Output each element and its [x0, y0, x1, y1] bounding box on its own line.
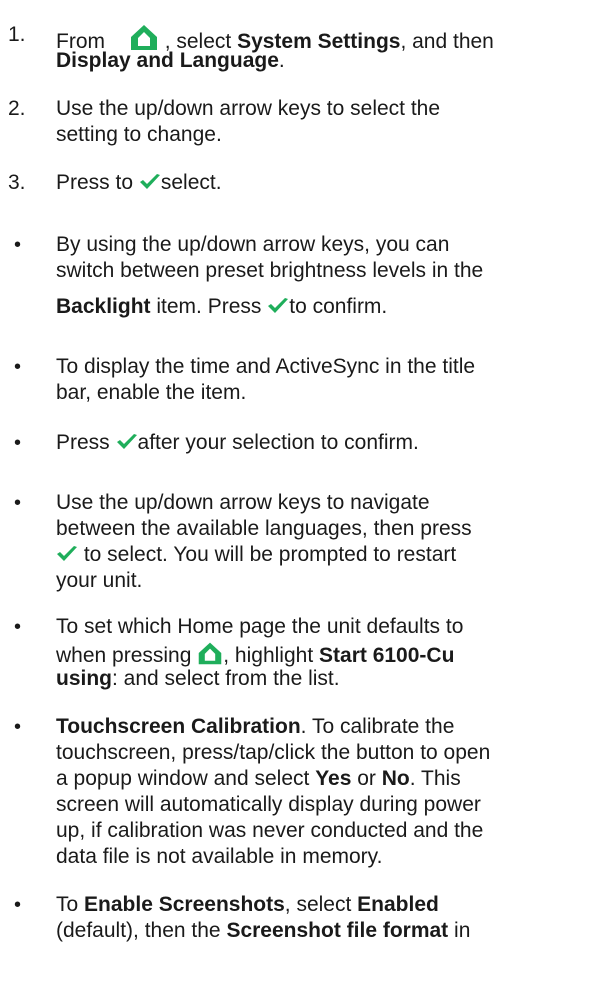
enabled-label: Enabled: [357, 893, 439, 916]
check-icon: [56, 545, 78, 563]
step-number: 1.: [8, 23, 26, 46]
touchscreen-calibration-label: Touchscreen Calibration: [56, 715, 301, 738]
enable-screenshots-label: Enable Screenshots: [84, 893, 285, 916]
check-icon: [267, 297, 289, 315]
check-icon: [139, 173, 161, 191]
step-text: Use the up/down arrow keys to select the: [56, 97, 441, 120]
backlight-label: Backlight: [56, 295, 151, 318]
step-number: 2.: [8, 97, 26, 120]
bullet-marker: •: [14, 894, 22, 916]
yes-label: Yes: [315, 767, 352, 790]
step-text: , and then: [400, 30, 494, 53]
bullet-marker: •: [14, 234, 22, 256]
screenshot-file-format-label: Screenshot file format: [226, 919, 449, 942]
bullet-marker: •: [14, 716, 22, 738]
step-text: setting to change.: [56, 123, 222, 146]
home-icon: [197, 640, 223, 666]
check-icon: [116, 433, 138, 451]
bullet-marker: •: [14, 356, 22, 378]
step-number: 3.: [8, 171, 26, 194]
document-page: 1. From , select System Settings, and th…: [0, 0, 611, 996]
using-label: using: [56, 667, 112, 690]
no-label: No: [381, 767, 410, 790]
start-6100-cu-label: Start 6100-Cu: [319, 644, 455, 667]
display-language-label: Display and Language: [56, 49, 279, 72]
bullet-marker: •: [14, 492, 22, 514]
bullet-marker: •: [14, 616, 22, 638]
bullet-marker: •: [14, 432, 22, 454]
